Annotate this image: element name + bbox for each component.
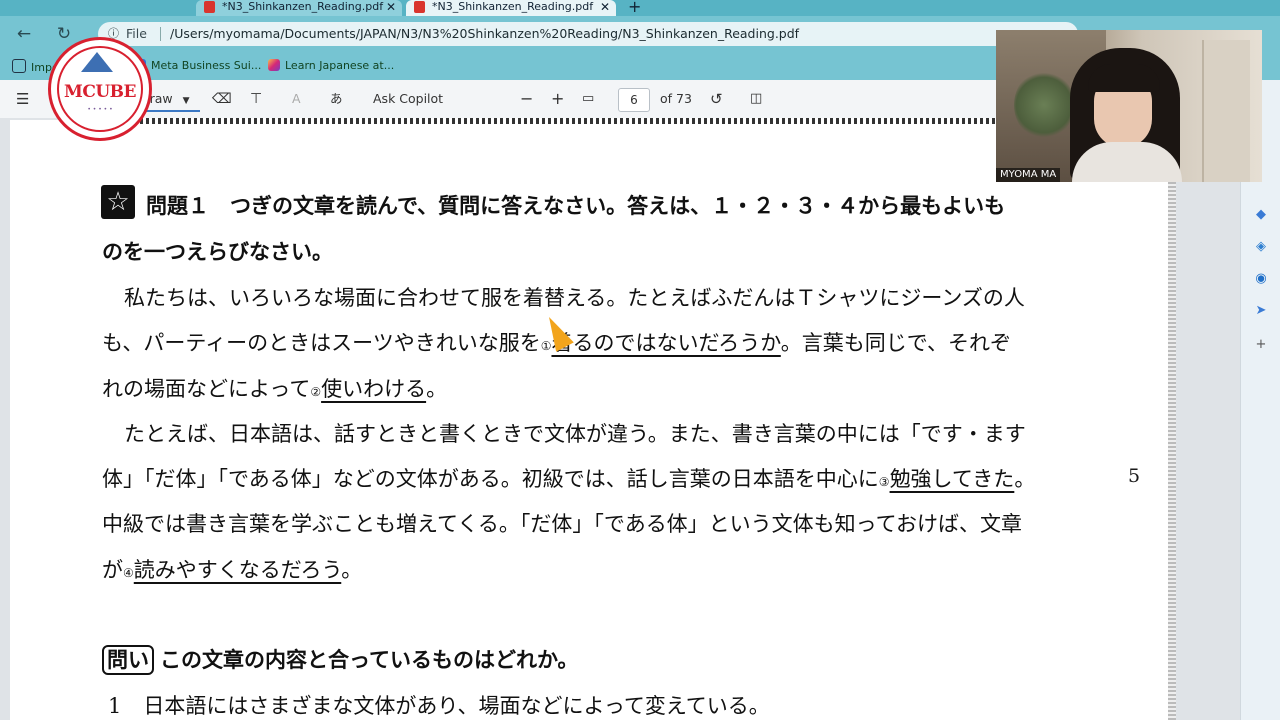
bookmark-learn-japanese[interactable]: Learn Japanese at...: [268, 59, 394, 72]
passage-line-4: たとえば、日本語は、話すときと書くときで文体が違う。また、書き言葉の中には「です…: [124, 422, 1026, 446]
mountain-icon: [81, 52, 113, 72]
underlined-phrase-4: 読みやすくなるだろう: [133, 558, 342, 582]
text-segment: れの場面などによって: [102, 377, 311, 401]
background-door: [1202, 40, 1250, 182]
marker-4: ④: [123, 566, 134, 580]
url-field[interactable]: ⓘ File /Users/myomama/Documents/JAPAN/N3…: [98, 22, 1078, 46]
bookmark-label: Meta Business Sui...: [151, 59, 262, 72]
channel-logo: MCUBE • • • • •: [48, 37, 152, 141]
url-divider: [160, 27, 161, 41]
page-scan-edge: [1168, 118, 1176, 720]
text-segment: 。言葉も同じで、それぞ: [780, 331, 1011, 355]
instagram-icon: [268, 59, 280, 71]
zoom-out-icon[interactable]: −: [520, 90, 533, 108]
copilot-icon[interactable]: ◆: [1254, 208, 1268, 222]
tab-pdf-2[interactable]: *N3_Shinkanzen_Reading.pdf ✕: [406, 0, 616, 16]
bookmark-meta[interactable]: Meta Business Sui...: [134, 59, 261, 72]
read-aloud-icon[interactable]: A: [292, 90, 301, 108]
text-segment: 。: [1014, 467, 1036, 491]
underlined-phrase-2: 使いわける: [321, 377, 427, 401]
underlined-phrase-3: 勉強してきた: [889, 467, 1015, 491]
add-icon[interactable]: +: [1254, 338, 1268, 352]
tab-label: *N3_Shinkanzen_Reading.pdf: [432, 0, 594, 13]
url-text: /Users/myomama/Documents/JAPAN/N3/N3%20S…: [170, 26, 800, 41]
marker-2: ②: [310, 385, 322, 399]
passage-line-5: 体」「だ体」「である体」などの文体がある。初級では、話し言葉の日本語を中心に③勉…: [102, 463, 1035, 493]
shopping-icon[interactable]: ◈: [1254, 240, 1268, 254]
text-segment: 。: [426, 377, 448, 401]
text-segment: が: [102, 558, 123, 582]
pdf-icon: [204, 1, 215, 13]
answer-option-1: 1 日本語にはさまざまな文体があり、場面などによって変えている。: [108, 690, 770, 720]
question-title-cont: のを一つえらびなさい。: [102, 240, 333, 264]
close-icon[interactable]: ✕: [600, 0, 610, 14]
contents-icon[interactable]: ☰: [16, 90, 29, 108]
text-box-icon[interactable]: ⊤: [250, 90, 262, 108]
line-number: 5: [1128, 465, 1141, 487]
option-number: 1: [108, 694, 122, 718]
new-tab-icon[interactable]: +: [628, 0, 641, 16]
page-total: of 73: [660, 91, 692, 106]
url-scheme-label: File: [126, 26, 147, 41]
back-icon[interactable]: ←: [14, 24, 34, 44]
send-icon[interactable]: ➤: [1254, 304, 1268, 318]
tab-strip: *N3_Shinkanzen_Reading.pdf ✕ *N3_Shinkan…: [0, 0, 1280, 16]
passage-line-1: 私たちは、いろいろな場面に合わせて服を着替える。たとえばふだんはＴシャツにジーン…: [124, 286, 1025, 310]
passage-line-6: 中級では書き言葉を学ぶことも増えてくる。「だ体」「である体」という文体も知ってお…: [102, 512, 1023, 536]
outlook-icon[interactable]: ◉: [1254, 272, 1268, 286]
chevron-down-icon: ▼: [182, 96, 190, 106]
toi-question: 問い この文章の内容と合っているものはどれか。: [102, 644, 579, 675]
plant-decoration: [1014, 70, 1074, 140]
passage-line-7: が④読みやすくなるだろう。: [102, 554, 362, 584]
bookmark-label: Learn Japanese at...: [285, 59, 395, 72]
refresh-icon[interactable]: ↻: [54, 24, 74, 44]
toi-label: 問い: [102, 645, 154, 675]
question-title: 問題１ つぎの文章を読んで、質問に答えなさい。答えは、１・２・３・４から最もよい…: [146, 194, 1006, 218]
underlined-phrase-1: 着るのではないだろうか: [551, 331, 781, 355]
marker-3: ③: [878, 475, 890, 489]
tab-label: *N3_Shinkanzen_Reading.pdf: [222, 0, 384, 13]
fit-page-icon[interactable]: ▭: [582, 90, 594, 108]
webcam-overlay: MYOMA MA: [996, 30, 1262, 182]
option-text: 日本語にはさまざまな文体があり、場面などによって変えている。: [143, 694, 770, 718]
logo-text: MCUBE: [64, 82, 137, 102]
star-icon: ☆: [101, 185, 135, 219]
presenter-bangs: [1088, 64, 1160, 92]
text-segment: 。: [341, 558, 363, 582]
rotate-icon[interactable]: ↺: [710, 90, 723, 108]
participant-name: MYOMA MA: [996, 168, 1061, 182]
text-segment: も、パーティーのときはスーツやきれいな服を: [102, 331, 541, 355]
passage-line-3: れの場面などによって②使いわける。: [102, 373, 447, 403]
pdf-icon: [414, 1, 425, 13]
page-view-icon[interactable]: ◫: [750, 90, 762, 108]
ask-copilot-button[interactable]: Ask Copilot: [373, 90, 443, 108]
translate-icon[interactable]: あ: [330, 90, 343, 108]
text-segment: 体」「だ体」「である体」などの文体がある。初級では、話し言葉の日本語を中心に: [102, 467, 879, 491]
zoom-in-icon[interactable]: +: [551, 90, 564, 108]
eraser-icon[interactable]: ⌫: [212, 90, 232, 108]
tab-pdf-1[interactable]: *N3_Shinkanzen_Reading.pdf ✕: [196, 0, 402, 16]
page-number-input[interactable]: 6: [618, 88, 650, 112]
toi-text: この文章の内容と合っているものはどれか。: [160, 648, 579, 672]
logo-subtext-graphic: • • • • •: [87, 106, 113, 113]
import-icon: [12, 59, 26, 73]
close-icon[interactable]: ✕: [386, 0, 396, 14]
